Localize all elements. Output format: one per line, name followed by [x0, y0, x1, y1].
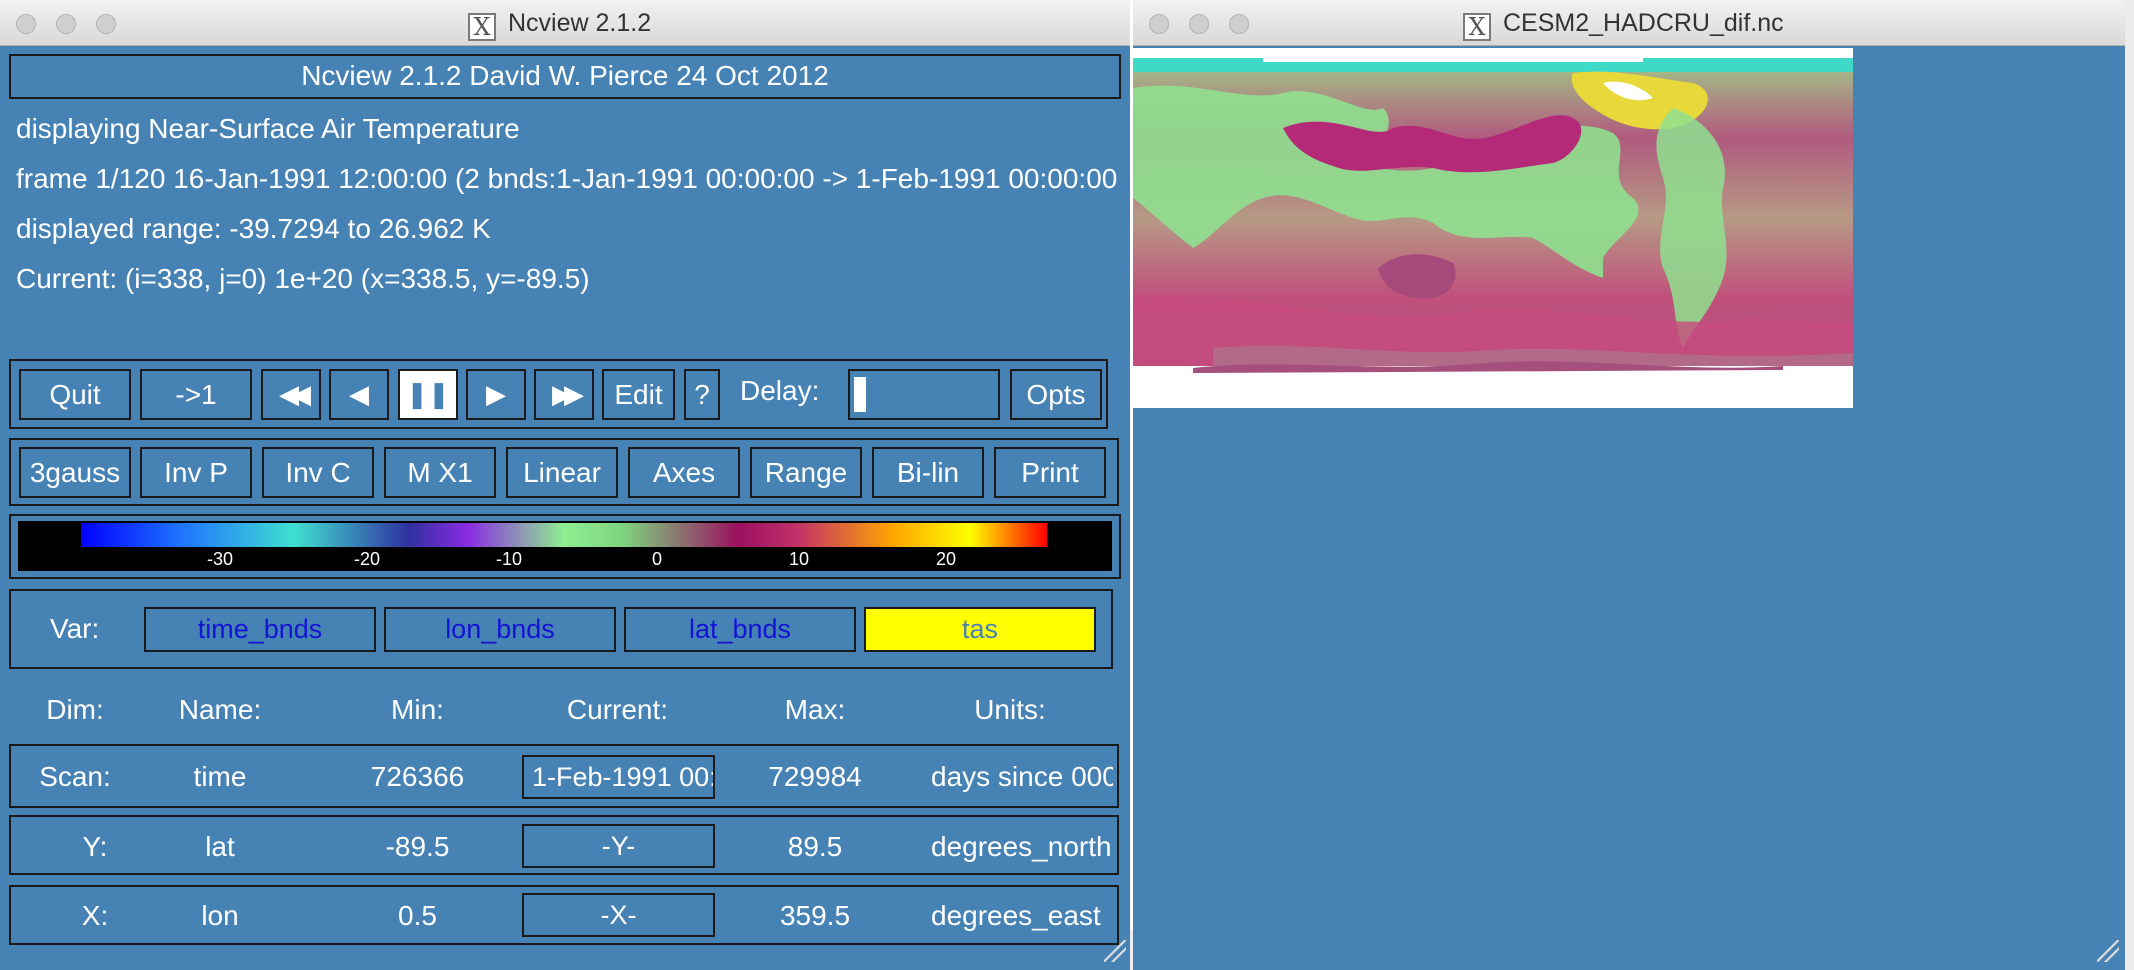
map-image — [1133, 48, 1853, 408]
close-window-button[interactable] — [16, 14, 36, 34]
dim-row-name: lat — [205, 831, 235, 862]
option-linear[interactable]: Linear — [506, 447, 618, 498]
resize-handle[interactable] — [1104, 940, 1126, 962]
zoom-window-button[interactable] — [1229, 14, 1249, 34]
rewind-button[interactable]: ◀◀ — [261, 369, 321, 420]
dim-header-dim: Dim: — [46, 694, 104, 725]
colorbar-tick: -20 — [353, 549, 381, 569]
dim-row-units: degrees_east — [931, 900, 1101, 931]
delay-slider-thumb[interactable] — [854, 377, 866, 412]
dim-row-dim: X: — [81, 900, 109, 931]
step-forward-icon: ▶ — [486, 379, 506, 409]
colorbar-tick: -30 — [206, 549, 234, 569]
dim-row-dim: Y: — [82, 831, 108, 862]
ncview-control-window: X Ncview 2.1.2 Ncview 2.1.2 David W. Pier… — [0, 0, 1130, 970]
dim-row-name: time — [193, 761, 247, 792]
var-label: Var: — [50, 613, 100, 644]
dim-header-units: Units: — [974, 694, 1046, 725]
window-titlebar: X CESM2_HADCRU_dif.nc — [1133, 0, 2125, 46]
dim-row-max: 359.5 — [779, 900, 851, 931]
option-bi-lin[interactable]: Bi-lin — [872, 447, 984, 498]
dim-current-x-field[interactable]: -X- — [522, 893, 715, 937]
current-info: Current: (i=338, j=0) 1e+20 (x=338.5, y=… — [16, 263, 590, 294]
x11-icon: X — [1463, 13, 1491, 41]
var-button-lat-bnds[interactable]: lat_bnds — [624, 607, 856, 652]
dim-current-time-field[interactable]: 1-Feb-1991 00:00:00 — [522, 755, 715, 799]
dim-row-min: -89.5 — [385, 831, 450, 862]
dim-row-dim: Scan: — [39, 761, 111, 792]
var-button-tas[interactable]: tas — [864, 607, 1096, 652]
step-forward-button[interactable]: ▶ — [466, 369, 526, 420]
help-button[interactable]: ? — [684, 369, 720, 420]
dim-header-min: Min: — [391, 694, 444, 725]
dim-row-units: degrees_north — [931, 831, 1112, 862]
step-back-icon: ◀ — [349, 379, 369, 409]
quit-button[interactable]: Quit — [19, 369, 131, 420]
minimize-window-button[interactable] — [1189, 14, 1209, 34]
dim-row-max: 89.5 — [787, 831, 843, 862]
window-titlebar: X Ncview 2.1.2 — [0, 0, 1130, 46]
dim-row-min: 0.5 — [398, 900, 437, 931]
option-range[interactable]: Range — [750, 447, 862, 498]
x11-icon: X — [468, 13, 496, 41]
var-button-lon-bnds[interactable]: lon_bnds — [384, 607, 616, 652]
dim-current-y-field[interactable]: -Y- — [522, 824, 715, 868]
opts-button[interactable]: Opts — [1010, 369, 1102, 420]
dim-row-units: days since 0001-01-01 — [931, 761, 1113, 792]
fast-forward-icon: ▶▶ — [552, 379, 584, 409]
colorbar-tick: 0 — [651, 549, 663, 569]
window-title: X Ncview 2.1.2 — [468, 9, 651, 41]
dim-header-current: Current: — [566, 694, 669, 725]
option-inv-c[interactable]: Inv C — [262, 447, 374, 498]
rewind-icon: ◀◀ — [279, 379, 311, 409]
delay-slider[interactable] — [848, 369, 1000, 420]
dim-header-name: Name: — [178, 694, 262, 725]
option-print[interactable]: Print — [994, 447, 1106, 498]
minimize-window-button[interactable] — [56, 14, 76, 34]
option-axes[interactable]: Axes — [628, 447, 740, 498]
fast-forward-button[interactable]: ▶▶ — [534, 369, 594, 420]
window-title: X CESM2_HADCRU_dif.nc — [1463, 9, 1784, 41]
var-button-time-bnds[interactable]: time_bnds — [144, 607, 376, 652]
map-window: X CESM2_HADCRU_dif.nc — [1133, 0, 2125, 970]
dim-row-max: 729984 — [768, 761, 862, 792]
version-text: Ncview 2.1.2 David W. Pierce 24 Oct 2012 — [301, 60, 829, 91]
dim-header-max: Max: — [784, 694, 846, 725]
colorbar-tick: 10 — [788, 549, 810, 569]
frame-info: frame 1/120 16-Jan-1991 12:00:00 (2 bnds… — [16, 163, 1118, 194]
dim-row-min: 726366 — [370, 761, 465, 792]
colorbar-tick: -10 — [495, 549, 523, 569]
edit-button[interactable]: Edit — [602, 369, 675, 420]
pause-icon: ❚❚ — [406, 379, 450, 409]
range-info: displayed range: -39.7294 to 26.962 K — [16, 213, 491, 244]
option-3gauss[interactable]: 3gauss — [19, 447, 131, 498]
delay-label: Delay: — [740, 375, 820, 406]
displaying-label: displaying Near-Surface Air Temperature — [16, 113, 520, 144]
close-window-button[interactable] — [1149, 14, 1169, 34]
temperature-difference-map[interactable] — [1133, 48, 1853, 408]
colorbar-gradient — [81, 523, 1047, 547]
pause-button[interactable]: ❚❚ — [398, 369, 458, 420]
zoom-window-button[interactable] — [96, 14, 116, 34]
option-inv-p[interactable]: Inv P — [140, 447, 252, 498]
dim-row-name: lon — [201, 900, 239, 931]
restart-button[interactable]: ->1 — [140, 369, 252, 420]
colorbar-tick: 20 — [935, 549, 957, 569]
option-m-x1[interactable]: M X1 — [384, 447, 496, 498]
step-back-button[interactable]: ◀ — [329, 369, 389, 420]
resize-handle[interactable] — [2097, 940, 2119, 962]
